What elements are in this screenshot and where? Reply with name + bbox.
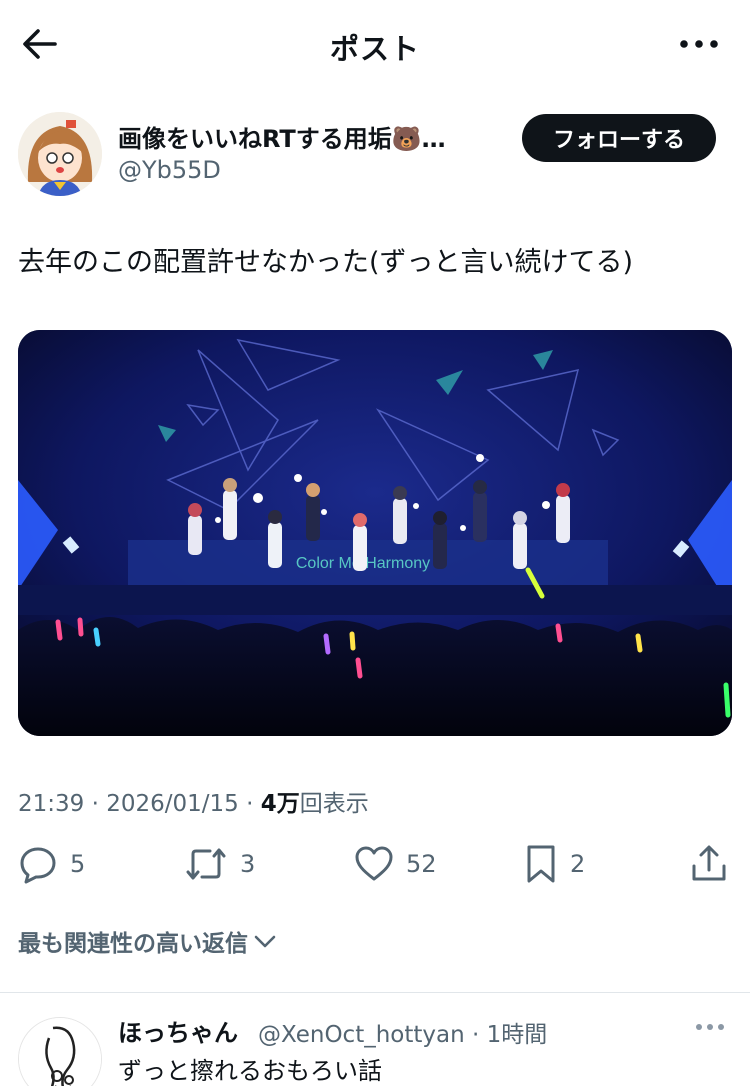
like-count: 52 bbox=[406, 850, 437, 878]
like-button[interactable]: 52 bbox=[354, 840, 437, 888]
retweet-count: 3 bbox=[240, 850, 256, 878]
more-icon bbox=[696, 1024, 724, 1030]
post-meta: 21:39 · 2026/01/15 · 4万回表示 bbox=[18, 791, 369, 817]
reply-button[interactable]: 5 bbox=[18, 840, 85, 888]
post-time: 21:39 bbox=[18, 791, 85, 817]
retweet-button[interactable]: 3 bbox=[184, 840, 255, 888]
page-title: ポスト bbox=[329, 32, 420, 66]
post-author: 画像をいいねRTする用垢🐻… @Yb55D フォローする bbox=[18, 112, 732, 198]
more-options-button[interactable] bbox=[674, 28, 724, 60]
share-button[interactable] bbox=[690, 840, 728, 888]
bookmark-icon bbox=[527, 845, 555, 883]
top-bar: ポスト bbox=[0, 0, 750, 88]
post-image[interactable]: Color Me Harmony bbox=[18, 330, 732, 736]
post-date: 2026/01/15 bbox=[106, 791, 239, 817]
reply-icon bbox=[20, 847, 56, 884]
post-text: 去年のこの配置許せなかった(ずっと言い続けてる) bbox=[18, 247, 634, 278]
reply-more-button[interactable] bbox=[692, 1013, 728, 1041]
retweet-icon bbox=[186, 848, 226, 880]
bookmark-count: 2 bbox=[570, 850, 586, 878]
reply-sort-selector[interactable]: 最も関連性の高い返信 bbox=[18, 924, 278, 958]
bookmark-button[interactable]: 2 bbox=[524, 840, 585, 888]
follow-button[interactable]: フォローする bbox=[522, 114, 716, 162]
reply-count: 5 bbox=[70, 850, 86, 878]
action-bar: 5 3 52 2 bbox=[18, 840, 732, 890]
author-avatar[interactable] bbox=[18, 112, 102, 196]
more-icon bbox=[680, 40, 718, 48]
reply-text: ずっと擦れるおもろい話 bbox=[118, 1057, 382, 1085]
reply-meta: @XenOct_hottyan · 1時間 bbox=[258, 1022, 548, 1048]
reply-item[interactable]: ほっちゃん @XenOct_hottyan · 1時間 ずっと擦れるおもろい話 bbox=[0, 993, 750, 1086]
heart-icon bbox=[355, 846, 393, 881]
reply-sort-label: 最も関連性の高い返信 bbox=[18, 931, 248, 957]
author-handle[interactable]: @Yb55D bbox=[118, 156, 221, 184]
reply-handle[interactable]: @XenOct_hottyan bbox=[258, 1022, 465, 1048]
reply-time: 1時間 bbox=[486, 1022, 548, 1048]
author-display-name[interactable]: 画像をいいねRTする用垢🐻… bbox=[118, 119, 446, 154]
reply-avatar[interactable] bbox=[18, 1017, 102, 1086]
views-count: 4万 bbox=[260, 791, 300, 817]
chevron-down-icon bbox=[254, 935, 276, 948]
share-icon bbox=[692, 845, 726, 881]
reply-display-name[interactable]: ほっちゃん bbox=[118, 1013, 238, 1048]
views-label: 回表示 bbox=[299, 791, 369, 817]
